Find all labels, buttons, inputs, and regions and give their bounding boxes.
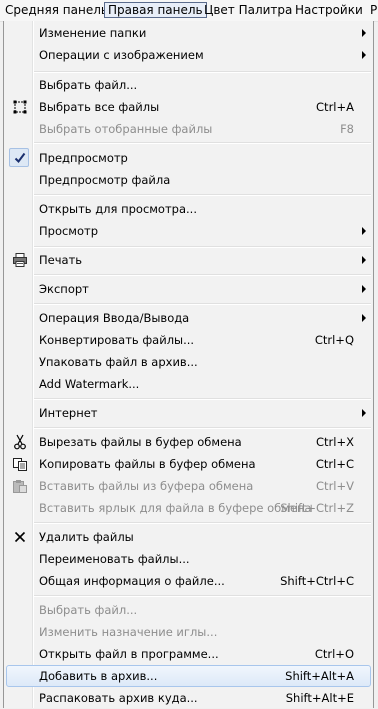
menu-item-label: Изменение папки <box>39 26 147 40</box>
menu-item-paste-files[interactable]: Вставить файлы из буфера обмена Ctrl+V <box>6 475 371 497</box>
menu-item-shortcut: Ctrl+C <box>315 457 354 471</box>
menu-item-cut-files[interactable]: Вырезать файлы в буфер обмена Ctrl+X <box>6 431 371 453</box>
menu-item-label: Просмотр <box>39 224 99 238</box>
menu-item-select-marked-files[interactable]: Выбрать отобранные файлы F8 <box>6 118 371 140</box>
menu-item-label: Выбрать файл... <box>39 78 138 92</box>
menu-item-internet[interactable]: Интернет <box>6 402 371 424</box>
menu-item-shortcut: Ctrl+V <box>316 479 354 493</box>
menu-item-label: Выбрать отобранные файлы <box>39 122 213 136</box>
submenu-arrow-icon <box>362 409 366 417</box>
menu-item-shortcut: Ctrl+A <box>316 100 354 114</box>
menu-item-select-all-files[interactable]: Выбрать все файлы Ctrl+A <box>6 96 371 118</box>
menu-separator <box>34 246 371 248</box>
menu-separator <box>34 303 371 305</box>
menu-item-view[interactable]: Просмотр <box>6 220 371 242</box>
menu-item-select-file-disabled[interactable]: Выбрать файл... <box>6 599 371 621</box>
menu-item-label: Упаковать файл в архив... <box>39 355 198 369</box>
menu-item-open-in-program[interactable]: Открыть файл в программе... Ctrl+O <box>6 643 371 665</box>
menu-separator <box>34 71 371 73</box>
menu-item-label: Конвертировать файлы... <box>39 333 195 347</box>
menu-item-label: Изменить назначение иглы... <box>39 625 218 639</box>
menu-item-shortcut: F8 <box>340 122 354 136</box>
menu-item-label: Добавить в архив... <box>39 669 158 683</box>
submenu-arrow-icon <box>362 256 366 264</box>
menu-item-label: Общая информация о файле... <box>39 574 225 588</box>
menu-item-label: Распаковать архив куда... <box>39 691 198 705</box>
menu-item-shortcut: Ctrl+Q <box>314 333 354 347</box>
menu-item-export[interactable]: Экспорт <box>6 278 371 300</box>
menu-item-change-needle-assignment[interactable]: Изменить назначение иглы... <box>6 621 371 643</box>
submenu-arrow-icon <box>362 29 366 37</box>
menu-item-label: Открыть файл в программе... <box>39 647 219 661</box>
menu-item-file-preview[interactable]: Предпросмотр файла <box>6 169 371 191</box>
menu-item-print[interactable]: Печать <box>6 249 371 271</box>
menu-item-label: Интернет <box>39 406 98 420</box>
menu-item-add-to-archive[interactable]: Добавить в архив... Shift+Alt+A <box>6 665 371 687</box>
menu-separator <box>34 194 371 196</box>
menu-item-shortcut: Ctrl+X <box>316 435 354 449</box>
menu-separator <box>34 595 371 597</box>
menu-item-extract-archive[interactable]: Распаковать архив куда... Shift+Alt+E <box>6 687 371 709</box>
menu-item-shortcut: Shift+Ctrl+C <box>280 574 354 588</box>
menu-item-delete-files[interactable]: Удалить файлы <box>6 526 371 548</box>
submenu-arrow-icon <box>362 285 366 293</box>
menu-item-io-operation[interactable]: Операция Ввода/Вывода <box>6 307 371 329</box>
menu-item-open-for-view[interactable]: Открыть для просмотра... <box>6 198 371 220</box>
menu-item-shortcut: Shift+Ctrl+Z <box>280 501 354 515</box>
menu-item-label: Переименовать файлы... <box>39 552 190 566</box>
menu-settings[interactable]: Настройки <box>292 2 366 18</box>
menu-item-label: Удалить файлы <box>39 530 134 544</box>
menu-truncated-item[interactable]: Р <box>367 2 378 18</box>
menu-item-copy-files[interactable]: Копировать файлы в буфер обмена Ctrl+C <box>6 453 371 475</box>
menu-separator <box>34 522 371 524</box>
menu-item-pack-to-archive[interactable]: Упаковать файл в архив... <box>6 351 371 373</box>
menu-item-label: Выбрать все файлы <box>39 100 160 114</box>
menu-item-image-operations[interactable]: Операции с изображением <box>6 44 371 66</box>
printer-icon <box>13 253 27 267</box>
submenu-arrow-icon <box>362 314 366 322</box>
copy-icon <box>13 458 27 471</box>
menu-item-label: Предпросмотр <box>39 151 128 165</box>
menu-item-label: Копировать файлы в буфер обмена <box>39 457 256 471</box>
menu-item-label: Предпросмотр файла <box>39 173 171 187</box>
menu-item-preview[interactable]: Предпросмотр <box>6 147 371 169</box>
paste-icon <box>13 480 27 493</box>
menu-item-label: Вставить ярлык для файла в буфере обмена <box>39 501 312 515</box>
delete-icon <box>14 531 26 543</box>
menu-separator <box>34 427 371 429</box>
menu-item-label: Выбрать файл... <box>39 603 138 617</box>
menu-item-label: Операции с изображением <box>39 48 204 62</box>
menu-item-shortcut: Shift+Alt+E <box>285 691 354 705</box>
submenu-arrow-icon <box>362 227 366 235</box>
checkmark-icon <box>14 152 26 164</box>
menu-item-label: Вставить файлы из буфера обмена <box>39 479 254 493</box>
menu-separator <box>34 274 371 276</box>
menu-item-label: Экспорт <box>39 282 89 296</box>
menu-item-shortcut: Ctrl+O <box>314 647 354 661</box>
menu-item-select-file[interactable]: Выбрать файл... <box>6 74 371 96</box>
menu-item-add-watermark[interactable]: Add Watermark... <box>6 373 371 395</box>
right-panel-dropdown-menu: Изменение папки Операции с изображением … <box>3 21 374 708</box>
menu-item-rename-files[interactable]: Переименовать файлы... <box>6 548 371 570</box>
menu-item-change-folder[interactable]: Изменение папки <box>6 22 371 44</box>
menu-item-label: Печать <box>39 253 83 267</box>
menu-color-palette[interactable]: Цвет Палитра <box>201 2 295 18</box>
menu-right-panel[interactable]: Правая панель <box>104 2 207 18</box>
menu-item-label: Открыть для просмотра... <box>39 202 197 216</box>
menu-item-convert-files[interactable]: Конвертировать файлы... Ctrl+Q <box>6 329 371 351</box>
menu-item-label: Вырезать файлы в буфер обмена <box>39 435 242 449</box>
menu-separator <box>34 398 371 400</box>
menu-middle-panel[interactable]: Средняя панель <box>2 2 111 18</box>
menu-item-file-info[interactable]: Общая информация о файле... Shift+Ctrl+C <box>6 570 371 592</box>
menu-item-shortcut: Shift+Alt+A <box>285 669 354 683</box>
menu-item-paste-shortcut[interactable]: Вставить ярлык для файла в буфере обмена… <box>6 497 371 519</box>
menu-bar: Средняя панель Правая панель Цвет Палитр… <box>0 0 378 22</box>
select-all-icon <box>13 100 27 114</box>
menu-item-label: Операция Ввода/Вывода <box>39 311 190 325</box>
scissors-icon <box>14 434 26 450</box>
submenu-arrow-icon <box>362 51 366 59</box>
menu-item-label: Add Watermark... <box>39 377 140 391</box>
menu-separator <box>34 142 371 144</box>
